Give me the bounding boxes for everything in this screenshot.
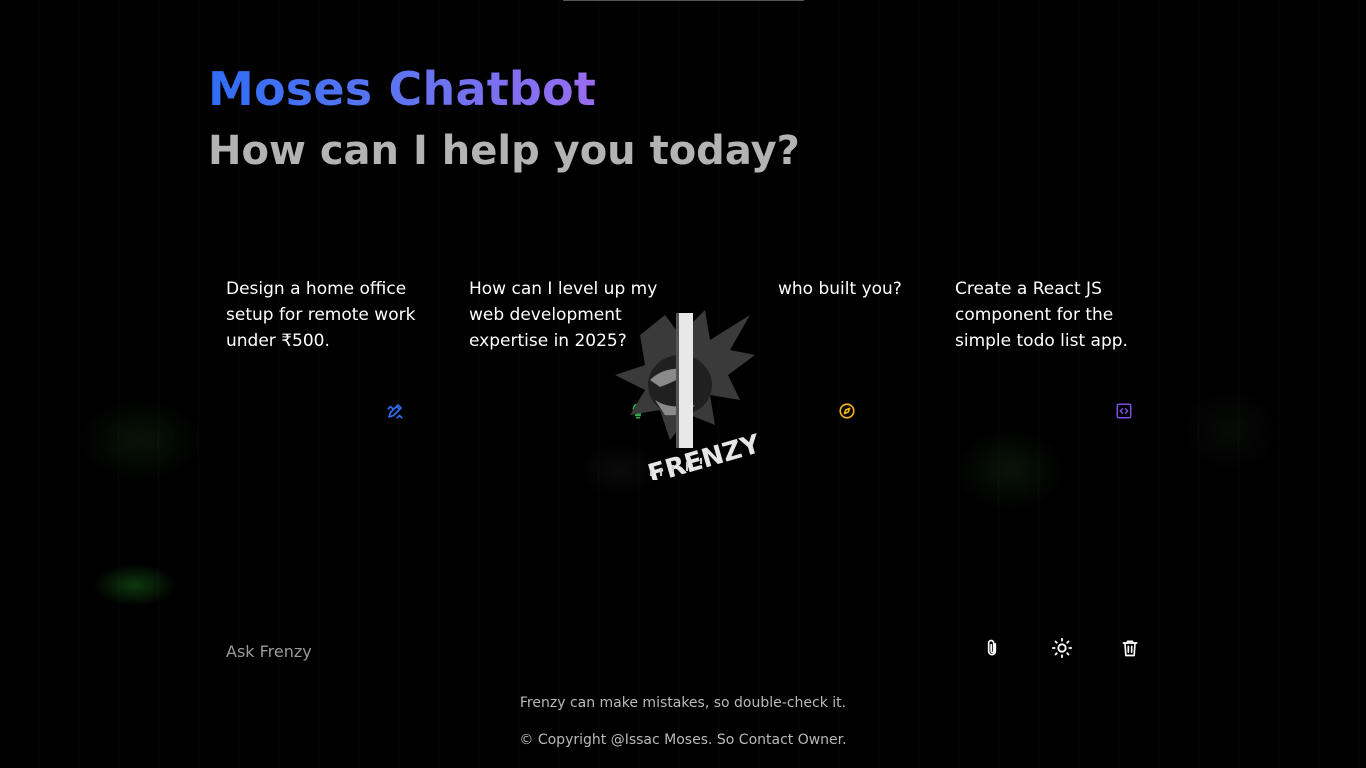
sun-icon (1051, 637, 1073, 663)
top-divider (563, 0, 804, 1)
suggestion-card-home-office[interactable]: Design a home office setup for remote wo… (208, 262, 433, 434)
frenzy-logo-icon: FRENZY (610, 305, 765, 490)
delete-chat-button[interactable] (1118, 638, 1142, 662)
copyright-text: © Copyright @Issac Moses. So Contact Own… (519, 732, 847, 748)
paperclip-icon (982, 638, 1002, 662)
greeting-subtitle: How can I help you today? (208, 128, 800, 174)
pencil-ruler-icon (386, 402, 404, 420)
chat-page: Moses Chatbot How can I help you today? … (0, 0, 1366, 768)
suggestion-text: Design a home office setup for remote wo… (226, 279, 416, 351)
prompt-bar (210, 626, 1160, 674)
suggestion-text: Create a React JS component for the simp… (955, 279, 1128, 351)
disclaimer-text: Frenzy can make mistakes, so double-chec… (519, 695, 847, 711)
code-icon (1115, 402, 1133, 420)
trash-icon (1120, 638, 1140, 662)
suggestion-text: who built you? (778, 279, 902, 299)
app-title: Moses Chatbot (208, 62, 597, 116)
prompt-input[interactable] (224, 634, 928, 668)
svg-text:FRENZY: FRENZY (645, 429, 760, 480)
attach-button[interactable] (980, 638, 1004, 662)
suggestion-card-who-built[interactable]: who built you? (760, 262, 920, 434)
compass-icon (838, 402, 856, 420)
suggestion-card-react-todo[interactable]: Create a React JS component for the simp… (937, 262, 1162, 434)
theme-toggle-button[interactable] (1050, 637, 1074, 663)
